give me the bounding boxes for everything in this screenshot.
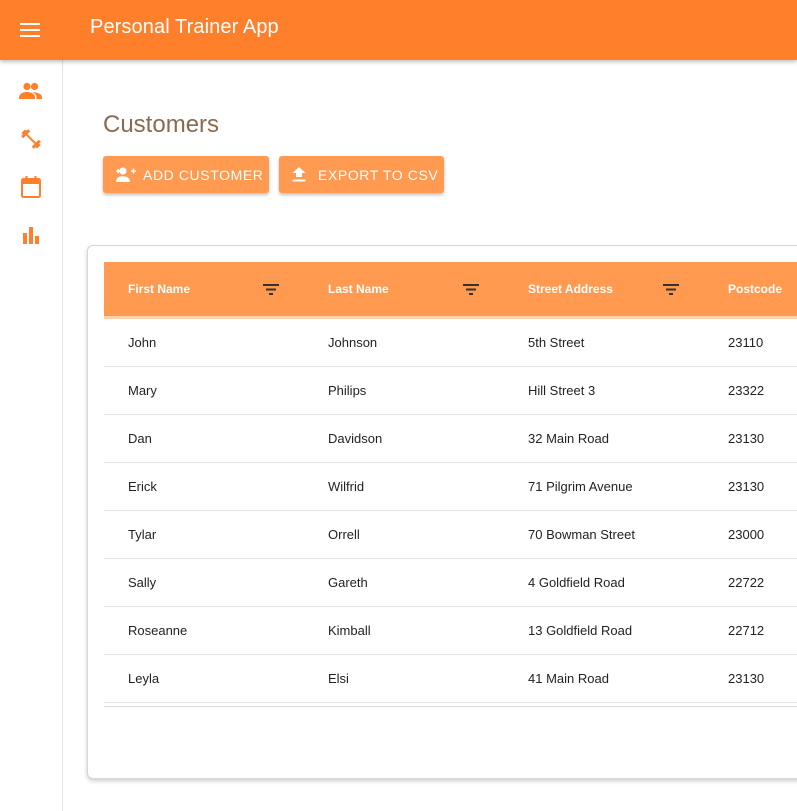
cell-street-address: 71 Pilgrim Avenue [528, 479, 633, 494]
sidebar [0, 60, 63, 811]
app-bar: Personal Trainer App [0, 0, 797, 60]
cell-last-name: Philips [328, 383, 367, 398]
upload-icon [292, 166, 306, 183]
cell-postcode: 22722 [728, 575, 765, 590]
cell-first-name: Erick [128, 479, 157, 494]
sidebar-item-calendar[interactable] [0, 169, 62, 209]
table-row[interactable]: Mary Philips Hill Street 3 23322 [104, 367, 797, 415]
column-header-first-name[interactable]: First Name [128, 262, 190, 316]
table-row[interactable]: Sally Gareth 4 Goldfield Road 22722 [104, 559, 797, 607]
filter-icon[interactable] [262, 280, 280, 298]
bar-chart-icon [22, 226, 40, 249]
dumbbell-icon [20, 128, 42, 155]
cell-street-address: 32 Main Road [528, 431, 609, 446]
cell-last-name: Elsi [328, 671, 349, 686]
customers-table-card: First Name Last Name Street Address Post… [87, 245, 797, 779]
cell-last-name: Orrell [328, 527, 360, 542]
cell-first-name: Roseanne [128, 623, 188, 638]
cell-postcode: 23130 [728, 431, 765, 446]
grid-footer-divider [104, 703, 797, 707]
page-title: Customers [103, 111, 220, 138]
table-row[interactable]: Leyla Elsi 41 Main Road 23130 [104, 655, 797, 703]
cell-postcode: 22712 [728, 623, 765, 638]
cell-first-name: Mary [128, 383, 157, 398]
cell-postcode: 23130 [728, 671, 765, 686]
menu-icon[interactable] [14, 14, 46, 46]
calendar-icon [21, 175, 41, 203]
column-header-street-address[interactable]: Street Address [528, 262, 613, 316]
customers-grid: First Name Last Name Street Address Post… [104, 262, 797, 707]
filter-icon[interactable] [662, 280, 680, 298]
cell-first-name: John [128, 335, 157, 350]
cell-street-address: 70 Bowman Street [528, 527, 635, 542]
cell-postcode: 23130 [728, 479, 765, 494]
cell-last-name: Gareth [328, 575, 368, 590]
table-row[interactable]: Roseanne Kimball 13 Goldfield Road 22712 [104, 607, 797, 655]
cell-street-address: 13 Goldfield Road [528, 623, 633, 638]
cell-first-name: Sally [128, 575, 157, 590]
cell-last-name: Kimball [328, 623, 371, 638]
export-csv-button[interactable]: EXPORT TO CSV [279, 156, 444, 193]
table-row[interactable]: Tylar Orrell 70 Bowman Street 23000 [104, 511, 797, 559]
cell-first-name: Leyla [128, 671, 160, 686]
add-customer-label: ADD CUSTOMER [143, 166, 264, 183]
cell-last-name: Wilfrid [328, 479, 365, 494]
column-header-postcode[interactable]: Postcode [728, 262, 782, 316]
cell-street-address: 5th Street [528, 335, 585, 350]
table-row[interactable]: Erick Wilfrid 71 Pilgrim Avenue 23130 [104, 463, 797, 511]
sidebar-item-statistics[interactable] [0, 217, 62, 257]
cell-postcode: 23000 [728, 527, 765, 542]
table-row[interactable]: Dan Davidson 32 Main Road 23130 [104, 415, 797, 463]
table-row[interactable]: John Johnson 5th Street 23110 [104, 319, 797, 367]
grid-header: First Name Last Name Street Address Post… [104, 262, 797, 319]
sidebar-item-customers[interactable] [0, 73, 62, 113]
grid-body: John Johnson 5th Street 23110 Mary Phili… [104, 319, 797, 707]
cell-first-name: Tylar [128, 527, 157, 542]
cell-postcode: 23110 [728, 335, 764, 350]
people-icon [19, 82, 43, 105]
cell-last-name: Johnson [328, 335, 378, 350]
column-header-last-name[interactable]: Last Name [328, 262, 389, 316]
cell-street-address: Hill Street 3 [528, 383, 596, 398]
export-csv-label: EXPORT TO CSV [318, 166, 439, 183]
filter-icon[interactable] [462, 280, 480, 298]
app-title: Personal Trainer App [90, 16, 279, 38]
sidebar-item-trainings[interactable] [0, 121, 62, 161]
cell-street-address: 4 Goldfield Road [528, 575, 625, 590]
cell-street-address: 41 Main Road [528, 671, 609, 686]
cell-last-name: Davidson [328, 431, 383, 446]
cell-postcode: 23322 [728, 383, 765, 398]
cell-first-name: Dan [128, 431, 152, 446]
add-customer-button[interactable]: ADD CUSTOMER [103, 156, 269, 193]
person-add-icon [115, 167, 136, 182]
